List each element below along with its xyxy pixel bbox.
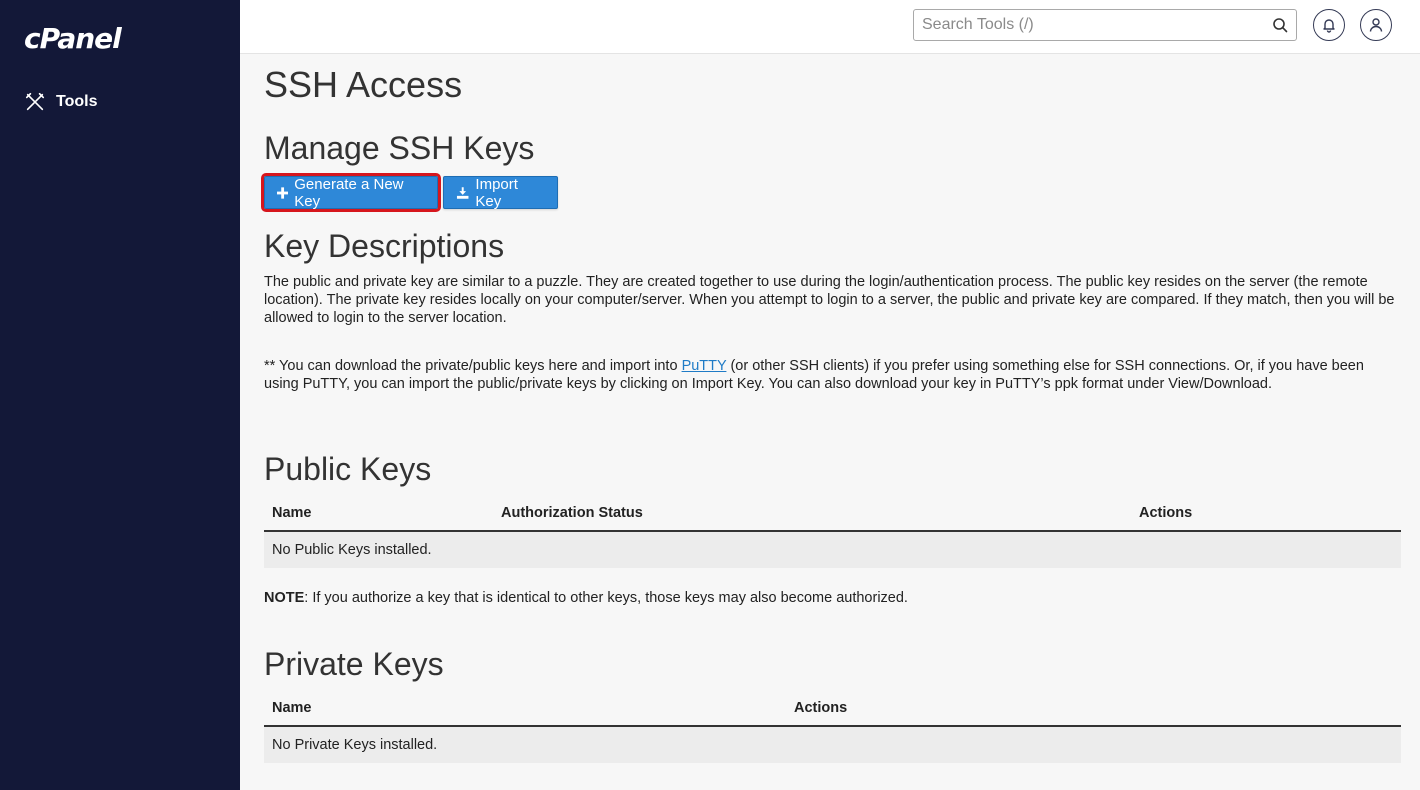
- public-keys-heading: Public Keys: [264, 451, 432, 487]
- search-box: [913, 9, 1297, 41]
- search-input[interactable]: [914, 10, 1254, 40]
- private-keys-table: Name Actions No Private Keys installed.: [264, 690, 1401, 763]
- import-icon: [456, 186, 469, 199]
- top-bar: [240, 0, 1420, 54]
- bell-icon: [1323, 19, 1335, 33]
- putty-info-text-1: ** You can download the private/public k…: [264, 358, 682, 374]
- notifications-button[interactable]: [1313, 9, 1345, 41]
- user-menu-button[interactable]: [1360, 9, 1392, 41]
- public-keys-table: Name Authorization Status Actions No Pub…: [264, 495, 1401, 568]
- table-header-row: Name Authorization Status Actions: [264, 495, 1401, 532]
- tools-icon: [25, 92, 45, 111]
- table-row: No Public Keys installed.: [264, 531, 1401, 568]
- column-header-actions: Actions: [786, 690, 1401, 727]
- empty-private-keys-message: No Private Keys installed.: [264, 726, 1401, 763]
- sidebar-item-label: Tools: [56, 93, 98, 110]
- user-icon: [1369, 18, 1383, 32]
- key-description-paragraph: The public and private key are similar t…: [264, 274, 1395, 326]
- manage-ssh-keys-heading: Manage SSH Keys: [264, 130, 535, 166]
- search-icon[interactable]: [1272, 17, 1288, 33]
- key-descriptions-heading: Key Descriptions: [264, 228, 505, 264]
- column-header-actions: Actions: [1131, 495, 1401, 532]
- note-text: : If you authorize a key that is identic…: [304, 590, 908, 606]
- sidebar: cPanel Tools: [0, 0, 240, 790]
- putty-link[interactable]: PuTTY: [682, 358, 727, 374]
- generate-new-key-label: Generate a New Key: [294, 175, 404, 210]
- column-header-authorization-status[interactable]: Authorization Status: [493, 495, 1131, 532]
- plus-icon: [277, 186, 289, 199]
- table-header-row: Name Actions: [264, 690, 1401, 727]
- private-keys-heading: Private Keys: [264, 646, 444, 682]
- note-label: NOTE: [264, 590, 305, 606]
- table-row: No Private Keys installed.: [264, 726, 1401, 763]
- page-title: SSH Access: [264, 64, 463, 105]
- import-key-label: Import Key: [475, 175, 518, 210]
- putty-info-paragraph: ** You can download the private/public k…: [264, 357, 1402, 393]
- authorization-note: NOTE: If you authorize a key that is ide…: [264, 590, 908, 606]
- import-key-button[interactable]: Import Key: [443, 175, 558, 210]
- cpanel-logo[interactable]: cPanel: [24, 22, 122, 55]
- empty-public-keys-message: No Public Keys installed.: [264, 531, 1401, 568]
- sidebar-item-tools[interactable]: Tools: [24, 88, 97, 116]
- column-header-name[interactable]: Name: [264, 690, 786, 727]
- generate-new-key-button[interactable]: Generate a New Key: [261, 173, 441, 212]
- column-header-name[interactable]: Name: [264, 495, 493, 532]
